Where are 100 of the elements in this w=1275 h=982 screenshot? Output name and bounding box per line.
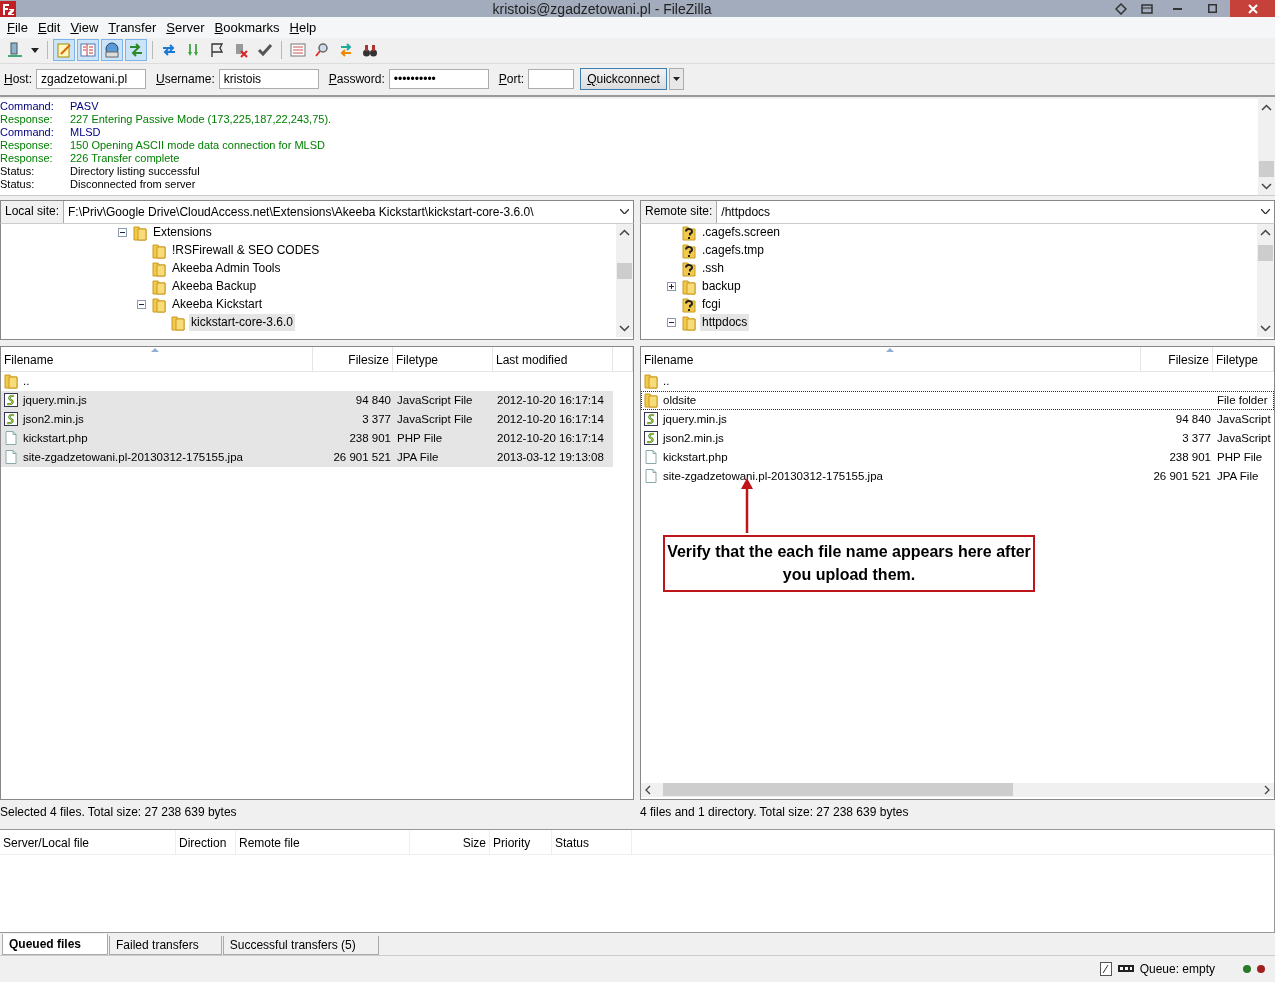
unknown-folder-icon <box>681 242 697 259</box>
quickconnect-button[interactable]: Quickconnect <box>580 68 667 91</box>
file-name[interactable]: .. <box>660 375 673 388</box>
queue-tab[interactable]: Queued files <box>2 933 109 955</box>
column-header[interactable]: Filesize <box>313 346 393 371</box>
column-header[interactable]: Server/Local file <box>0 829 176 854</box>
document-icon <box>643 449 659 466</box>
username-field[interactable]: kristois <box>218 69 319 90</box>
file-name[interactable]: json2.min.js <box>660 432 727 445</box>
queue-tab[interactable]: Failed transfers <box>109 935 222 955</box>
folder-icon <box>151 278 167 295</box>
file-name[interactable]: jquery.min.js <box>20 394 90 407</box>
tree-item[interactable]: Akeeba Backup <box>170 278 259 296</box>
column-header[interactable]: Filetype <box>393 346 493 371</box>
tree-item[interactable]: Akeeba Kickstart <box>170 296 265 314</box>
pane-status: Selected 4 files. Total size: 27 238 639 bytes <box>0 803 238 821</box>
vertical-scrollbar[interactable] <box>1258 98 1275 195</box>
path-combobox[interactable]: F:\Priv\Google Drive\CloudAccess.net\Extensions\Akeeba Kickstart\kickstart-core-3.6.0\ <box>64 200 633 223</box>
column-header[interactable]: Remote file <box>236 829 410 854</box>
file-name[interactable]: kickstart.php <box>660 451 731 464</box>
text-file-icon <box>1099 961 1112 976</box>
tree-item[interactable]: fcgi <box>700 296 723 314</box>
vertical-scrollbar[interactable] <box>616 223 633 337</box>
close-button[interactable] <box>1230 0 1275 17</box>
tree-item[interactable]: .ssh <box>700 260 726 278</box>
log-label: Response: <box>0 151 54 165</box>
script-file-icon <box>3 411 19 428</box>
folder-icon <box>151 260 167 277</box>
menu-item[interactable]: Bookmarks <box>209 20 285 36</box>
scrollbar-thumb[interactable] <box>1258 244 1273 261</box>
tree-item[interactable]: Extensions <box>151 224 214 242</box>
scrollbar-thumb[interactable] <box>1259 160 1274 177</box>
menu-item[interactable]: View <box>65 20 104 36</box>
log-message: Disconnected from server <box>70 177 197 191</box>
maximize-icon <box>1208 4 1217 13</box>
toggle-button[interactable] <box>53 39 75 62</box>
file-name[interactable]: jquery.min.js <box>660 413 730 426</box>
notepad-icon <box>56 42 72 59</box>
toggle-button[interactable] <box>77 39 99 62</box>
menu-item[interactable]: Server <box>161 20 210 36</box>
file-name[interactable]: site-zgadzetowani.pl-20130312-175155.jpa <box>660 470 886 483</box>
column-header[interactable]: Priority <box>490 829 552 854</box>
tree-item[interactable]: backup <box>700 278 743 296</box>
tree-item[interactable]: kickstart-core-3.6.0 <box>189 314 296 332</box>
menu-item[interactable]: Transfer <box>103 20 162 36</box>
collapse-icon[interactable] <box>137 300 146 310</box>
scrollbar-thumb[interactable] <box>617 262 632 279</box>
tree-item[interactable]: !RSFirewall & SEO CODES <box>170 242 322 260</box>
file-name[interactable]: oldsite <box>660 394 700 407</box>
vertical-scrollbar[interactable] <box>1257 223 1274 337</box>
folder-icon <box>3 373 19 390</box>
column-header[interactable]: Status <box>552 829 632 854</box>
collapse-icon[interactable] <box>118 228 127 238</box>
column-header[interactable]: Size <box>410 829 490 854</box>
tree-item[interactable]: httpdocs <box>700 314 750 332</box>
list-icon <box>290 42 306 59</box>
file-cell-text: 2013-03-12 19:13:08 <box>496 451 605 464</box>
binoculars-icon <box>362 42 378 59</box>
script-file-icon <box>643 411 659 428</box>
scrollbar-thumb[interactable] <box>663 783 1013 797</box>
queue-tab[interactable]: Successful transfers (5) <box>222 935 379 955</box>
file-name[interactable]: json2.min.js <box>20 413 87 426</box>
collapse-icon[interactable] <box>667 318 676 328</box>
file-name[interactable]: site-zgadzetowani.pl-20130312-175155.jpa <box>20 451 246 464</box>
field-label: Host: <box>4 72 32 87</box>
download-indicator-icon <box>1257 964 1265 973</box>
tree-item[interactable]: .cagefs.screen <box>700 224 783 242</box>
column-header[interactable]: Last modified <box>493 346 613 371</box>
menu-item[interactable]: Help <box>284 20 322 36</box>
unknown-folder-icon <box>681 260 697 277</box>
file-cell-text: JPA File <box>396 451 440 464</box>
host-field[interactable]: zgadzetowani.pl <box>36 69 146 90</box>
pane-status: 4 files and 1 directory. Total size: 27 238 639 bytes <box>640 803 910 821</box>
toggle-button[interactable] <box>101 39 123 62</box>
checkmark-icon <box>257 42 273 59</box>
tree-item[interactable]: .cagefs.tmp <box>700 242 767 260</box>
expand-icon[interactable] <box>667 282 676 292</box>
folder-icon <box>643 373 659 390</box>
caret-icon <box>620 209 629 215</box>
cancel-icon <box>233 42 249 59</box>
path-combobox[interactable]: /httpdocs <box>717 200 1274 223</box>
column-header[interactable]: Filesize <box>1141 346 1213 371</box>
port-field[interactable] <box>528 69 575 90</box>
menu-item[interactable]: File <box>2 20 33 36</box>
file-name[interactable]: .. <box>20 375 33 388</box>
dropdown-button[interactable] <box>668 68 684 91</box>
menu-item[interactable]: Edit <box>32 20 66 36</box>
column-header[interactable]: Filetype <box>1213 346 1274 371</box>
file-cell-text: PHP File <box>396 432 444 445</box>
window-title: kristois@zgadzetowani.pl - FileZilla <box>491 0 713 17</box>
site-label: Remote site: <box>641 200 718 223</box>
file-name[interactable]: kickstart.php <box>20 432 91 445</box>
column-header[interactable]: Direction <box>176 829 236 854</box>
site-label: Local site: <box>1 200 65 223</box>
file-cell-text: 2012-10-20 16:17:14 <box>496 432 605 445</box>
transfer-arrows-icon <box>128 42 144 59</box>
toggle-button[interactable] <box>125 39 147 62</box>
password-field[interactable]: •••••••••• <box>388 69 489 90</box>
horizontal-scrollbar[interactable] <box>641 782 1274 797</box>
tree-item[interactable]: Akeeba Admin Tools <box>170 260 283 278</box>
